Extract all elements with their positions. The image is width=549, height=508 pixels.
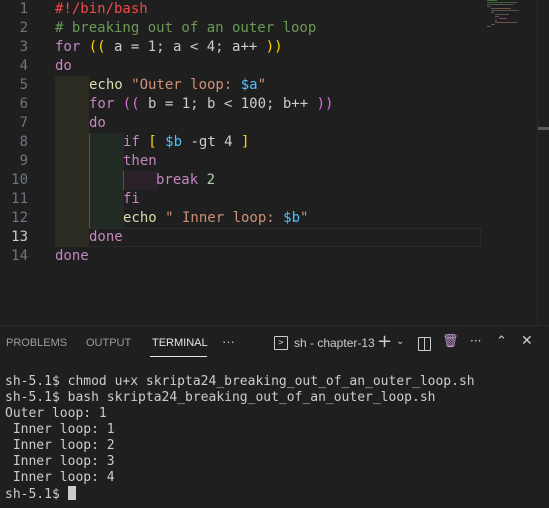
terminal-icon: > xyxy=(274,336,288,350)
split-icon[interactable] xyxy=(418,337,431,351)
terminal-line: Inner loop: 1 xyxy=(5,422,115,437)
terminal-prompt-line: sh-5.1$ xyxy=(5,486,475,503)
code-line: do xyxy=(55,58,72,74)
tab-terminal[interactable]: TERMINAL xyxy=(152,337,208,349)
bottom-panel: PROBLEMS OUTPUT TERMINAL ··· > sh - chap… xyxy=(0,325,549,508)
line-number: 2 xyxy=(19,20,28,36)
line-number: 4 xyxy=(19,58,28,74)
terminal-cursor xyxy=(67,486,76,500)
code-line: echo " Inner loop: $b" xyxy=(123,210,309,226)
code-line: break 2 xyxy=(156,172,216,188)
tab-problems[interactable]: PROBLEMS xyxy=(6,337,67,349)
line-number: 5 xyxy=(19,77,28,93)
editor-scrollbar[interactable] xyxy=(537,0,549,325)
terminal-line: sh-5.1$ chmod u+x skripta24_breaking_out… xyxy=(5,374,475,389)
terminal-line: sh-5.1$ bash skripta24_breaking_out_of_a… xyxy=(5,390,436,405)
line-number: 1 xyxy=(19,1,28,17)
code-line: fi xyxy=(123,191,140,207)
code-line: if [ $b -gt 4 ] xyxy=(123,134,250,150)
terminal-line: Outer loop: 1 xyxy=(5,406,107,421)
trash-icon[interactable]: 🗑 xyxy=(442,334,459,349)
minimap[interactable] xyxy=(487,0,537,30)
more-icon[interactable]: ··· xyxy=(470,334,481,348)
plus-icon[interactable]: + xyxy=(377,331,392,352)
line-number: 14 xyxy=(11,248,28,264)
code-line: done xyxy=(89,229,123,245)
indent-guide xyxy=(89,133,124,228)
code-line: for (( a = 1; a < 4; a++ )) xyxy=(55,39,283,55)
line-number: 7 xyxy=(19,115,28,131)
chevron-up-icon[interactable]: ⌃ xyxy=(496,334,507,349)
code-line: done xyxy=(55,248,89,264)
chevron-down-icon[interactable]: ⌄ xyxy=(396,336,404,347)
terminal-prompt: sh-5.1$ xyxy=(5,487,68,502)
more-tabs-button[interactable]: ··· xyxy=(222,334,235,349)
line-number: 9 xyxy=(19,153,28,169)
indent-guide xyxy=(55,76,89,247)
code-line: echo "Outer loop: $a" xyxy=(89,77,267,93)
terminal-line: Inner loop: 2 xyxy=(5,438,115,453)
terminal-output[interactable]: sh-5.1$ chmod u+x skripta24_breaking_out… xyxy=(5,374,475,503)
line-number: 12 xyxy=(11,210,28,226)
code-editor[interactable]: 1 2 3 4 5 6 7 8 9 10 11 12 13 14 #!/bin/… xyxy=(0,0,549,325)
code-line: then xyxy=(123,153,157,169)
line-number: 10 xyxy=(11,172,28,188)
tab-output[interactable]: OUTPUT xyxy=(86,337,131,349)
code-line: do xyxy=(89,115,106,131)
indent-guide xyxy=(123,171,157,190)
terminal-line: Inner loop: 4 xyxy=(5,470,115,485)
code-line: # breaking out of an outer loop xyxy=(55,20,317,36)
code-line: #!/bin/bash xyxy=(55,1,148,17)
code-line: for (( b = 1; b < 100; b++ )) xyxy=(89,96,334,112)
line-number: 8 xyxy=(19,134,28,150)
terminal-name: sh - chapter-13 xyxy=(294,336,375,350)
active-tab-indicator xyxy=(150,356,207,357)
scrollbar-cursor-marker xyxy=(538,127,549,130)
close-icon[interactable]: ✕ xyxy=(521,333,533,349)
line-number: 3 xyxy=(19,39,28,55)
line-number-current: 13 xyxy=(11,229,28,245)
line-number: 11 xyxy=(11,191,28,207)
terminal-line: Inner loop: 3 xyxy=(5,454,115,469)
line-number: 6 xyxy=(19,96,28,112)
